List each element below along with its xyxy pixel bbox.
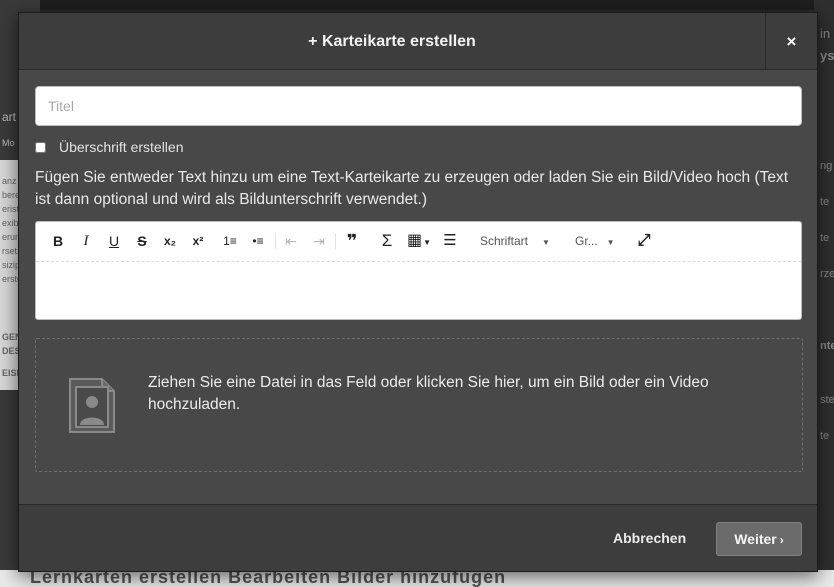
background-snippet: exib [2, 218, 19, 228]
background-snippet: ys [820, 48, 834, 63]
indent-icon[interactable]: ⇥ [309, 230, 329, 252]
dropzone-text: Ziehen Sie eine Datei in das Feld oder k… [148, 374, 709, 413]
ordered-list-icon[interactable]: 1≡ [220, 230, 240, 252]
heading-checkbox-label[interactable]: Überschrift erstellen [59, 139, 184, 155]
cancel-button[interactable]: Abbrechen [613, 525, 686, 552]
table-icon[interactable]: ▦▼ [404, 230, 434, 252]
dialog-footer: Abbrechen Weiter › [19, 504, 817, 571]
background-topbar [0, 0, 834, 10]
background-snippet: ng [820, 160, 833, 172]
heading-checkbox[interactable] [35, 141, 46, 153]
next-button[interactable]: Weiter › [716, 522, 802, 556]
superscript-button[interactable]: x² [188, 230, 208, 252]
create-flashcard-dialog: + Karteikarte erstellen × Überschrift er… [18, 12, 818, 572]
background-snippet: erist [2, 204, 20, 214]
close-button[interactable]: × [765, 13, 817, 70]
toolbar-separator [335, 233, 336, 249]
dialog-title: + Karteikarte erstellen [308, 33, 476, 50]
heading-checkbox-row: Überschrift erstellen [35, 139, 184, 155]
background-snippet: anz [2, 176, 17, 186]
background-snippet: te [820, 196, 830, 208]
bold-button[interactable]: B [50, 230, 66, 252]
chevron-down-icon: ▼ [606, 238, 615, 247]
chevron-right-icon: › [779, 533, 784, 547]
background-snippet: te [820, 430, 830, 442]
background-bottom-strip: Lernkarten erstellen Bearbeiten Bilder h… [0, 570, 834, 587]
background-snippet: ste [820, 394, 834, 406]
subscript-button[interactable]: x₂ [160, 230, 180, 252]
outdent-icon[interactable]: ⇤ [281, 230, 301, 252]
underline-button[interactable]: U [106, 230, 122, 252]
dialog-header: + Karteikarte erstellen × [19, 13, 817, 70]
background-snippet: te [820, 232, 830, 244]
title-input[interactable] [35, 86, 802, 126]
strikethrough-button[interactable]: S [134, 230, 150, 252]
toolbar-separator [275, 233, 276, 249]
next-button-label: Weiter [734, 531, 777, 547]
editor-content-area[interactable] [36, 263, 801, 319]
background-snippet: nte [820, 340, 834, 352]
horizontal-rule-icon[interactable]: ☰ [440, 230, 460, 252]
bullet-list-icon[interactable]: •≡ [248, 230, 268, 252]
image-placeholder-icon [69, 378, 115, 433]
chevron-down-icon: ▼ [423, 238, 432, 247]
italic-button[interactable]: I [78, 230, 94, 252]
formula-icon[interactable]: Σ [378, 230, 396, 252]
blockquote-icon[interactable]: ❞ [342, 230, 362, 252]
font-family-select[interactable]: Schriftart ▼ [480, 230, 562, 252]
background-snippet: rze [820, 268, 834, 280]
rich-text-editor: B I U S x₂ x² 1≡ •≡ ⇤ ⇥ ❞ Σ ▦▼ ☰ Schrift… [35, 221, 802, 320]
editor-toolbar: B I U S x₂ x² 1≡ •≡ ⇤ ⇥ ❞ Σ ▦▼ ☰ Schrift… [36, 222, 801, 262]
fullscreen-icon[interactable]: ⤢ [634, 230, 654, 252]
file-dropzone[interactable]: Ziehen Sie eine Datei in das Feld oder k… [35, 338, 803, 472]
background-snippet: art [2, 110, 17, 124]
background-snippet: in [820, 26, 831, 41]
chevron-down-icon: ▼ [542, 238, 550, 247]
background-bottom-text: Lernkarten erstellen Bearbeiten Bilder h… [30, 570, 507, 587]
instruction-text: Fügen Sie entweder Text hinzu um eine Te… [35, 169, 789, 208]
background-snippet: Mo [2, 138, 15, 148]
font-size-select[interactable]: Gr... ▼ [575, 230, 627, 252]
